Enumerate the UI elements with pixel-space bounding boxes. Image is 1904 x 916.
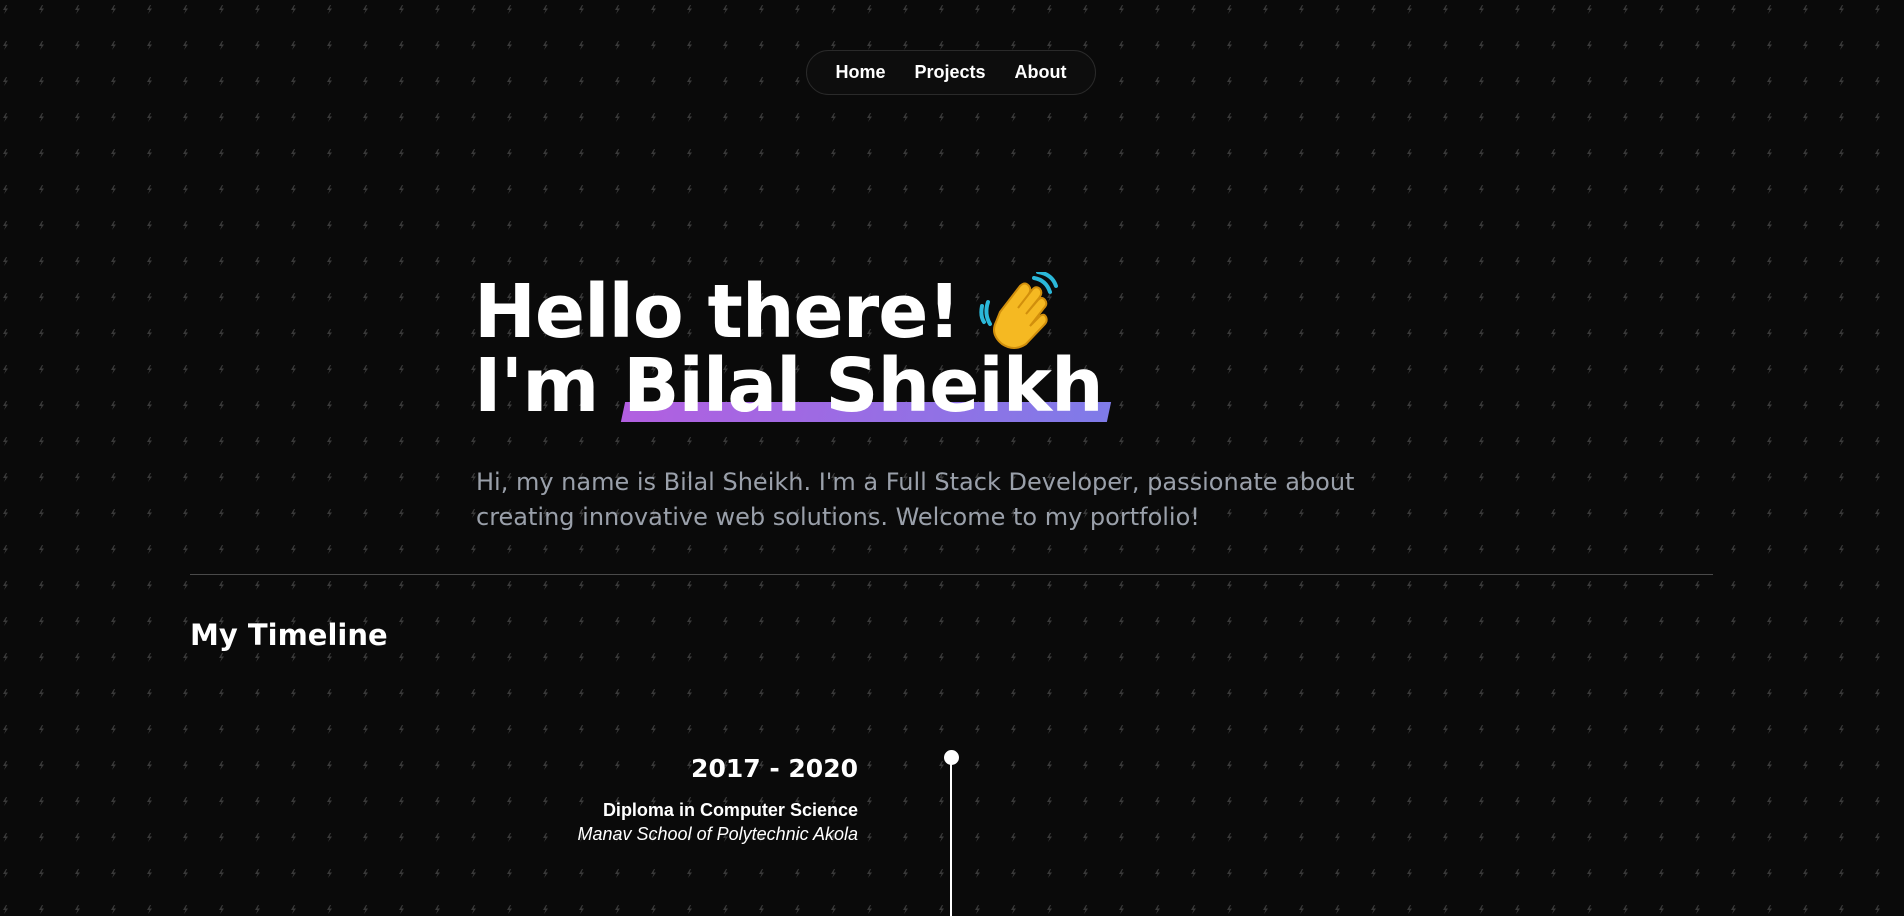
nav-projects[interactable]: Projects <box>906 62 993 83</box>
hero-greeting: Hello there! <box>474 270 1059 352</box>
nav-about[interactable]: About <box>1007 62 1075 83</box>
timeline-title: My Timeline <box>190 618 388 652</box>
timeline-years: 2017 - 2020 <box>691 754 858 783</box>
timeline-entry: 2017 - 2020 Diploma in Computer Science … <box>578 752 859 846</box>
hero-name-line: I'm Bilal Sheikh <box>474 343 1111 429</box>
hero-name-text: Bilal Sheikh <box>623 343 1104 429</box>
timeline-line <box>950 758 952 916</box>
intro-paragraph: Hi, my name is Bilal Sheikh. I'm a Full … <box>476 468 1355 531</box>
top-navigation: Home Projects About <box>806 50 1096 95</box>
timeline-degree: Diploma in Computer Science <box>602 800 858 820</box>
waving-hand-icon <box>978 270 1059 352</box>
timeline-school: Manav School of Polytechnic Akola <box>577 824 859 844</box>
timeline-dot <box>944 750 959 765</box>
nav-home[interactable]: Home <box>827 62 893 83</box>
hero-name: Bilal Sheikh <box>620 343 1111 429</box>
section-divider <box>190 574 1713 575</box>
hero-prefix: I'm <box>474 343 599 429</box>
